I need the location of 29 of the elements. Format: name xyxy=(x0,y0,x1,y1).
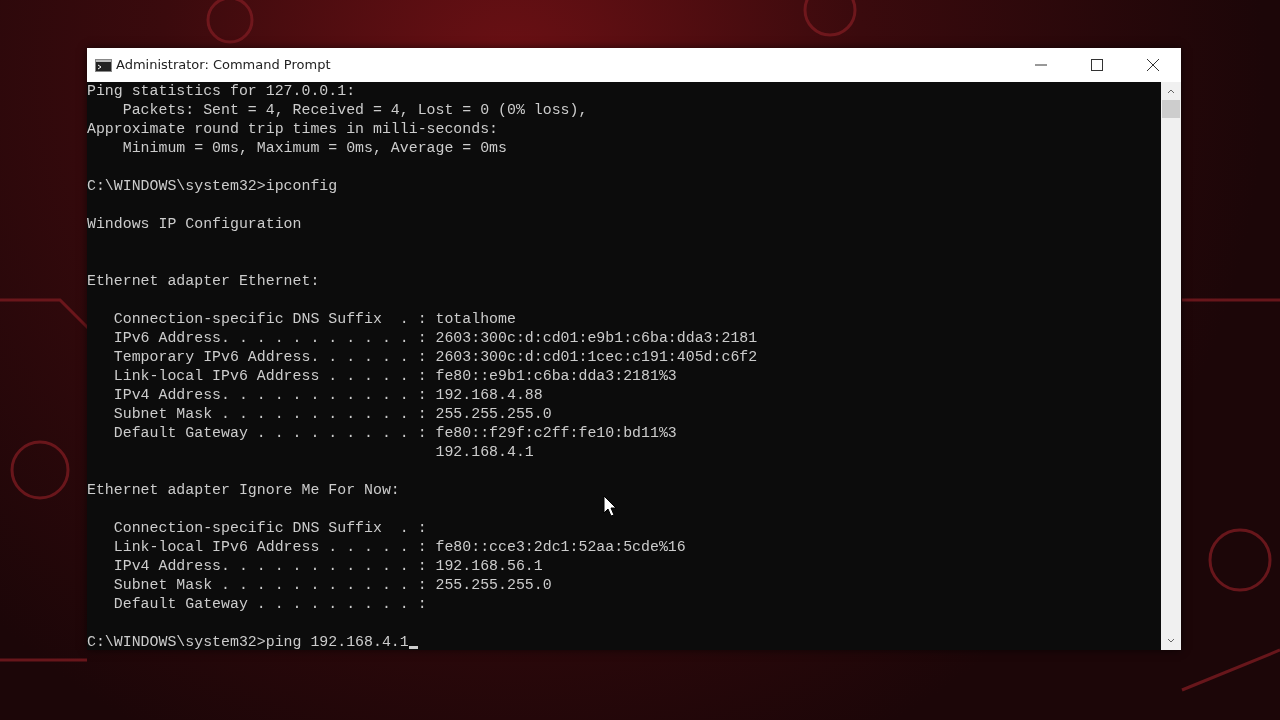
console-line: Packets: Sent = 4, Received = 4, Lost = 0 (0% loss), xyxy=(121,101,588,120)
console-line: IPv6 Address. . . . . . . . . . . : 2603:300c:d:cd01:e9b1:c6ba:dda3:2181 xyxy=(112,329,758,348)
console-line: Default Gateway . . . . . . . . . : fe80::f29f:c2ff:fe10:bd11%3 xyxy=(112,424,677,443)
command-prompt-line: C:\WINDOWS\system32>ping 192.168.4.1 xyxy=(87,633,418,650)
console-line: Approximate round trip times in milli-seconds: xyxy=(87,120,499,139)
console-line: Minimum = 0ms, Maximum = 0ms, Average = 0ms xyxy=(121,139,507,158)
console-line: Ethernet adapter Ignore Me For Now: xyxy=(87,481,400,500)
vertical-scrollbar[interactable] xyxy=(1161,82,1181,650)
command-prompt-line: C:\WINDOWS\system32>ipconfig xyxy=(87,177,338,196)
console-line: Ethernet adapter Ethernet: xyxy=(87,272,320,291)
console-app-icon xyxy=(95,58,112,72)
console-line: Link-local IPv6 Address . . . . . : fe80::cce3:2dc1:52aa:5cde%16 xyxy=(112,538,686,557)
console-line: IPv4 Address. . . . . . . . . . . : 192.168.4.88 xyxy=(112,386,543,405)
console-line: Connection-specific DNS Suffix . : totalhome xyxy=(112,310,516,329)
console-line: Ping statistics for 127.0.0.1: xyxy=(87,82,356,101)
console-heading: Windows IP Configuration xyxy=(87,215,302,234)
maximize-icon xyxy=(1091,59,1103,71)
mouse-pointer-icon xyxy=(603,495,617,517)
console-line: IPv4 Address. . . . . . . . . . . : 192.168.56.1 xyxy=(112,557,543,576)
console-line: Subnet Mask . . . . . . . . . . . : 255.255.255.0 xyxy=(112,405,552,424)
scrollbar-thumb[interactable] xyxy=(1162,100,1180,118)
console-line: Connection-specific DNS Suffix . : xyxy=(112,519,427,538)
close-icon xyxy=(1147,59,1159,71)
console-line: 192.168.4.1 xyxy=(434,443,534,462)
console-line: Link-local IPv6 Address . . . . . : fe80::e9b1:c6ba:dda3:2181%3 xyxy=(112,367,677,386)
console-line: Subnet Mask . . . . . . . . . . . : 255.255.255.0 xyxy=(112,576,552,595)
console-line: Temporary IPv6 Address. . . . . . : 2603:300c:d:cd01:1cec:c191:405d:c6f2 xyxy=(112,348,758,367)
window-title: Administrator: Command Prompt xyxy=(116,56,331,75)
console-line: Default Gateway . . . . . . . . . : xyxy=(112,595,427,614)
